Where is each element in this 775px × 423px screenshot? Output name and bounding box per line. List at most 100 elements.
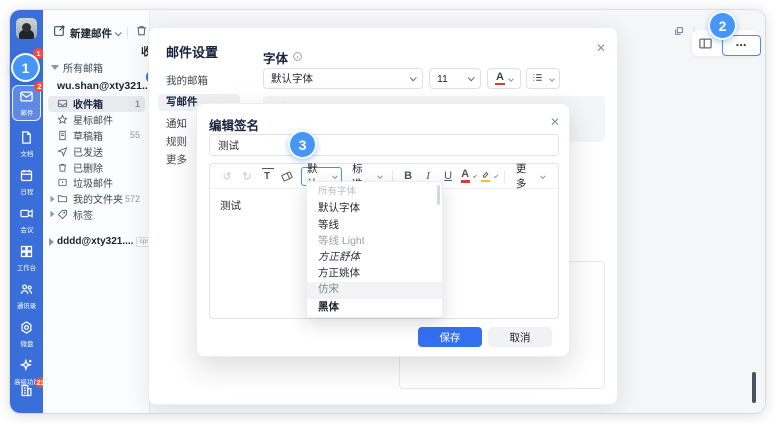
- chevron-down-icon: [377, 173, 382, 178]
- mail-folder-panel: 新建邮件 所有邮箱 wu.shan@xty321.... 收件箱 1: [43, 10, 150, 413]
- settings-title: 邮件设置: [166, 42, 218, 61]
- trash-icon: [57, 162, 68, 173]
- chevron-down-icon: [473, 174, 477, 178]
- annotation-step-2: 2: [708, 11, 737, 40]
- all-mailboxes-toggle[interactable]: 所有邮箱: [51, 60, 103, 75]
- signature-close-icon[interactable]: ✕: [550, 116, 560, 128]
- folder-item-deleted[interactable]: 已删除: [48, 159, 145, 175]
- user-avatar[interactable]: [16, 18, 37, 39]
- secondary-account-email: dddd@xty321....: [57, 236, 133, 247]
- text-color-button[interactable]: A: [461, 167, 476, 186]
- folder-label: 垃圾邮件: [73, 175, 113, 190]
- font-family-select[interactable]: 默认字体: [263, 68, 423, 89]
- signature-dialog-title: 编辑签名: [209, 115, 259, 134]
- font-menu-item-dengxian[interactable]: 等线: [307, 217, 442, 233]
- font-menu-item-fangzheng-yaoti[interactable]: 方正姚体: [307, 266, 442, 282]
- chevron-down-icon: [332, 173, 337, 178]
- folder-item-inbox[interactable]: 收件箱 1: [48, 96, 145, 112]
- numbered-list-icon: [532, 70, 543, 88]
- calendar-icon: [19, 168, 34, 188]
- folder-item-drafts[interactable]: 草稿箱 55: [48, 128, 145, 144]
- save-button[interactable]: 保存: [418, 327, 482, 347]
- reading-pane-icon[interactable]: [698, 36, 713, 51]
- all-mailboxes-label: 所有邮箱: [63, 60, 103, 75]
- chevron-down-icon: [468, 74, 475, 81]
- text-color-swatch: [461, 180, 470, 183]
- font-menu-item-dengxian-light[interactable]: 等线 Light: [307, 233, 442, 249]
- screenshot-canvas: 1 邮件 2 文档: [0, 0, 775, 423]
- list-format-button[interactable]: [526, 68, 560, 89]
- signature-name-input[interactable]: [209, 134, 559, 156]
- compose-pencil-icon: [53, 24, 66, 42]
- redo-icon[interactable]: ↻: [240, 167, 255, 186]
- sidebar-item-mail[interactable]: 邮件 2: [12, 85, 41, 121]
- compose-label: 新建邮件: [70, 26, 112, 41]
- font-menu-item-fangsong[interactable]: 仿宋: [307, 282, 442, 298]
- draft-icon: [57, 130, 68, 141]
- inbox-icon: [57, 98, 68, 109]
- undo-icon[interactable]: ↺: [220, 167, 235, 186]
- font-menu-item-fangzheng-shuti[interactable]: 方正舒体: [307, 250, 442, 266]
- app-window: 1 邮件 2 文档: [10, 10, 765, 413]
- triangle-down-icon: [51, 65, 59, 70]
- font-family-menu: 所有字体 默认字体 等线 等线 Light 方正舒体 方正姚体 仿宋 黑体: [306, 181, 443, 318]
- folder-label: 草稿箱: [73, 128, 103, 143]
- settings-close-icon[interactable]: ✕: [596, 42, 606, 54]
- sidebar-item-label: 会议: [20, 226, 33, 234]
- sidebar-item-label: 日程: [20, 188, 33, 196]
- folder-item-spam[interactable]: 垃圾邮件: [48, 175, 145, 191]
- chevron-down-icon: [508, 76, 514, 82]
- highlight-color-button[interactable]: [481, 167, 497, 186]
- toolbar-divider: [127, 27, 128, 39]
- trash-icon[interactable]: [135, 24, 148, 42]
- building-icon: [19, 383, 34, 403]
- underline-button[interactable]: U: [441, 167, 456, 186]
- compose-button[interactable]: 新建邮件: [53, 24, 120, 42]
- folder-count: 55: [130, 130, 140, 140]
- format-painter-icon[interactable]: T: [260, 167, 275, 186]
- folder-item-labels[interactable]: 标签: [48, 207, 145, 223]
- cancel-button[interactable]: 取消: [488, 327, 552, 347]
- folder-item-starred[interactable]: 星标邮件: [48, 112, 145, 128]
- sidebar-item-meeting[interactable]: 会议: [12, 206, 41, 235]
- chevron-down-icon: [115, 29, 122, 36]
- sidebar-item-workbench[interactable]: 工作台: [12, 244, 41, 273]
- popout-icon[interactable]: [674, 23, 684, 41]
- chevron-down-icon: [493, 174, 497, 178]
- folder-label: 已删除: [73, 160, 103, 175]
- tag-icon: [57, 209, 68, 220]
- font-menu-header: 所有字体: [307, 184, 442, 200]
- font-color-button[interactable]: A: [487, 68, 521, 89]
- sidebar-item-label: 文档: [20, 150, 33, 158]
- clear-format-icon[interactable]: [280, 167, 295, 186]
- account-email[interactable]: wu.shan@xty321....: [57, 80, 154, 92]
- grid-icon: [19, 244, 34, 264]
- menu-scrollbar-thumb[interactable]: [437, 185, 440, 205]
- sidebar-item-contacts[interactable]: 通讯录: [12, 282, 41, 311]
- star-icon: [57, 114, 68, 125]
- folder-count: 572: [125, 194, 140, 204]
- contacts-icon: [19, 282, 34, 302]
- highlighter-icon: [481, 170, 491, 179]
- font-size-select[interactable]: 11: [429, 68, 481, 89]
- settings-menu-my-mailbox[interactable]: 我的邮箱: [158, 73, 240, 90]
- sidebar-item-calendar[interactable]: 日程: [12, 168, 41, 197]
- sidebar-item-organization[interactable]: 23: [12, 383, 41, 403]
- chevron-down-icon: [410, 74, 417, 81]
- scrollbar-thumb[interactable]: [752, 372, 756, 403]
- font-size-value: 11: [437, 73, 448, 85]
- folder-item-sent[interactable]: 已发送: [48, 143, 145, 159]
- secondary-account[interactable]: dddd@xty321.... cps: [49, 236, 153, 247]
- folder-item-my-folders[interactable]: 我的文件夹 572: [48, 191, 145, 207]
- folder-icon: [57, 193, 68, 204]
- toolbar-divider: [504, 170, 505, 183]
- font-menu-item-default[interactable]: 默认字体: [307, 200, 442, 216]
- more-formatting-dropdown[interactable]: 更多: [512, 167, 549, 186]
- folder-label: 已发送: [73, 144, 103, 159]
- sidebar-item-docs[interactable]: 文档: [12, 130, 41, 159]
- font-menu-item-heiti[interactable]: 黑体: [307, 299, 442, 315]
- send-icon: [57, 146, 68, 157]
- sidebar-item-drive[interactable]: 微盘: [12, 320, 41, 349]
- folder-label: 标签: [73, 207, 93, 222]
- spam-icon: [57, 177, 68, 188]
